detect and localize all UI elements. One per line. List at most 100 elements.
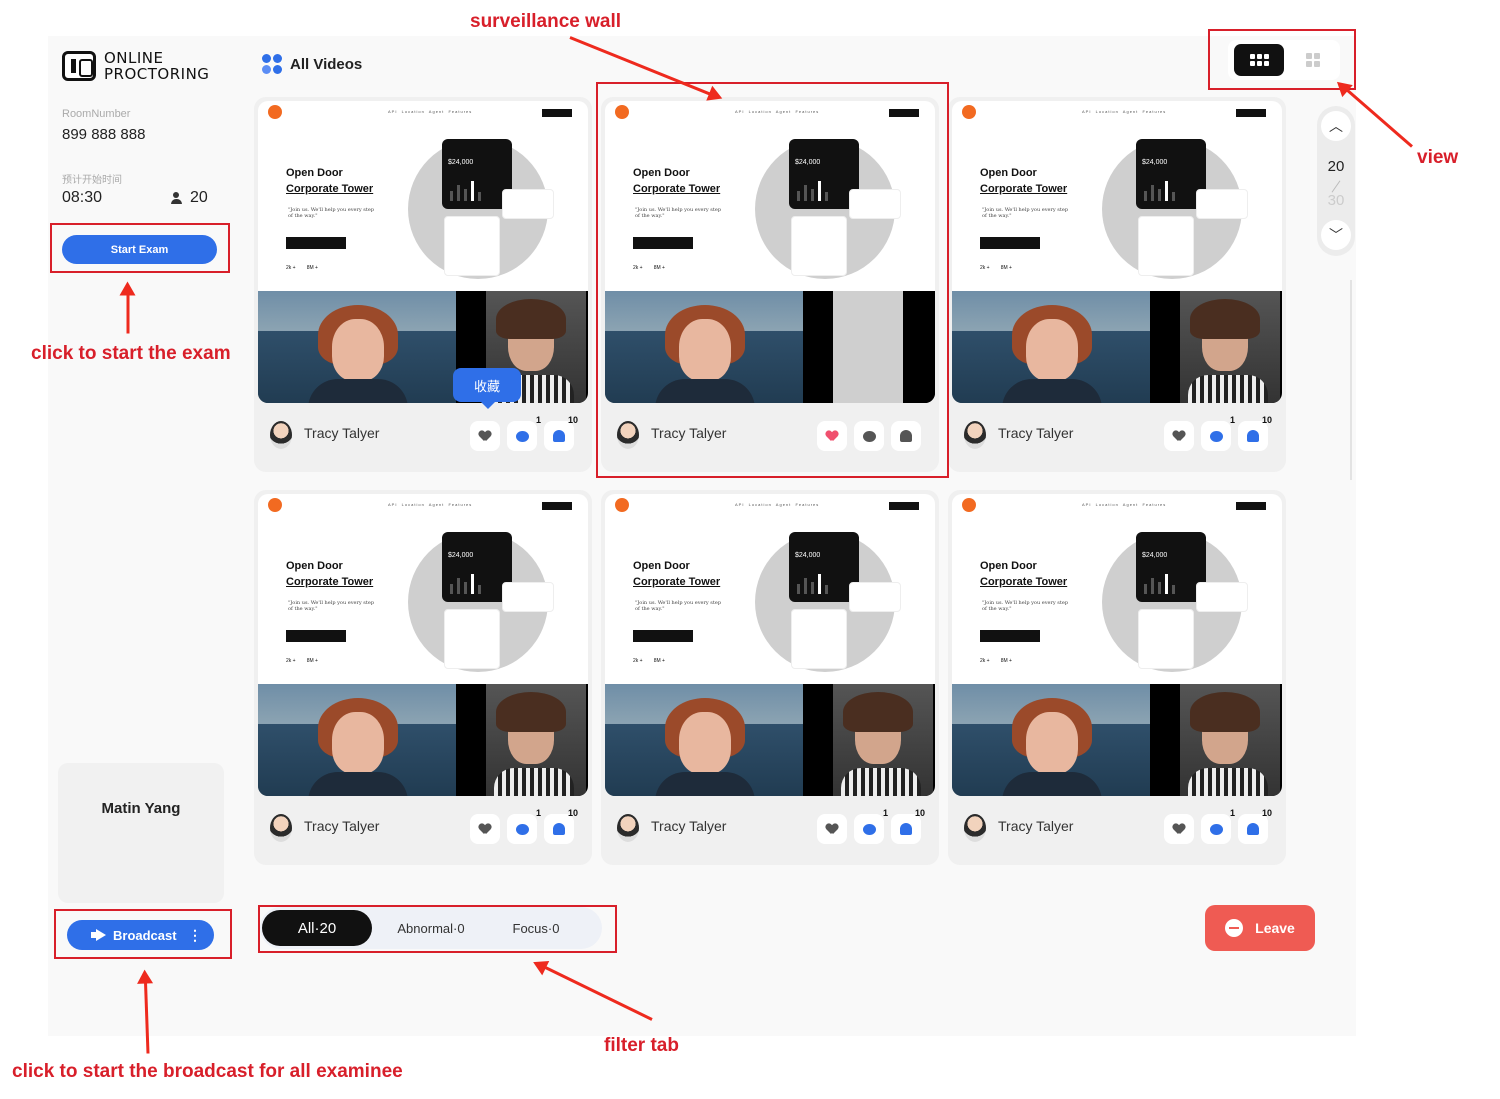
chat-badge: 1 (535, 415, 541, 425)
chat-badge: 1 (1229, 808, 1235, 818)
examinee-name: Tracy Talyer (998, 425, 1074, 441)
start-time-label: 预计开始时间 (62, 175, 122, 186)
avatar (270, 814, 292, 842)
video-tile[interactable]: API Location Agent Features Open Door Cor… (254, 97, 592, 472)
start-time: 08:30 (62, 189, 103, 206)
alert-button[interactable]: 10 (1238, 415, 1272, 451)
room-number: 899 888 888 (62, 126, 146, 143)
examinee-count: 20 (171, 189, 208, 207)
chat-icon (515, 823, 529, 835)
people-icon (171, 192, 185, 204)
chevron-down-icon[interactable]: ﹀ (1321, 220, 1351, 250)
alert-badge: 10 (1261, 415, 1272, 425)
webcam-feed (952, 291, 1150, 403)
logo-text: ONLINE PROCTORING (104, 49, 210, 83)
alert-button[interactable]: 10 (544, 415, 578, 451)
alert-button[interactable]: 10 (891, 808, 925, 844)
heart-icon (476, 428, 494, 441)
favorite-button[interactable] (817, 814, 847, 844)
chat-icon (862, 823, 876, 835)
webcam-feed (605, 684, 803, 796)
all-videos-icon (262, 54, 282, 74)
filter-highlight (258, 905, 617, 953)
site-logo-icon (962, 105, 976, 119)
total-pages: 30 (1327, 192, 1345, 209)
examinee-name: Tracy Talyer (304, 818, 380, 834)
secondary-camera-feed (1150, 291, 1282, 403)
page-divider (1331, 180, 1341, 193)
alert-badge: 10 (567, 808, 578, 818)
bell-icon (900, 823, 912, 835)
pager: ︿ 20 30 ﹀ (1317, 106, 1355, 256)
bell-icon (1247, 823, 1259, 835)
view-highlight (1208, 29, 1356, 90)
webcam-feed (258, 684, 456, 796)
chat-button[interactable]: 1 (1201, 415, 1235, 451)
chat-button[interactable]: 1 (507, 808, 541, 844)
secondary-camera-feed (456, 684, 588, 796)
annotation-wall: surveillance wall (470, 11, 622, 32)
broadcast-highlight (54, 909, 232, 959)
heart-icon (1170, 821, 1188, 834)
proctor-name: Matin Yang (101, 800, 181, 817)
avatar (617, 814, 639, 842)
site-logo-icon (962, 498, 976, 512)
screen-share: API Location Agent Features Open Door Cor… (952, 101, 1282, 291)
screen-share: API Location Agent Features Open Door Cor… (952, 494, 1282, 684)
screen-share: API Location Agent Features Open Door Cor… (258, 494, 588, 684)
chat-badge: 1 (1229, 415, 1235, 425)
video-tile[interactable]: API Location Agent Features Open Door Cor… (601, 490, 939, 865)
avatar (270, 421, 292, 449)
alert-badge: 10 (914, 808, 925, 818)
heart-icon (476, 821, 494, 834)
app-logo: ONLINE PROCTORING (62, 50, 209, 82)
video-tile[interactable]: API Location Agent Features Open Door Cor… (254, 490, 592, 865)
site-logo-icon (268, 105, 282, 119)
favorite-tooltip: 收藏 (453, 368, 521, 409)
annotation-filter: filter tab (604, 1035, 679, 1056)
screen-share: API Location Agent Features Open Door Cor… (258, 101, 588, 291)
avatar (964, 814, 986, 842)
favorite-button[interactable] (1164, 814, 1194, 844)
webcam-feed (258, 291, 456, 403)
video-tile[interactable]: API Location Agent Features Open Door Cor… (948, 97, 1286, 472)
logo-icon (62, 51, 96, 81)
site-logo-icon (268, 498, 282, 512)
alert-button[interactable]: 10 (544, 808, 578, 844)
leave-icon (1225, 919, 1244, 937)
chat-icon (1209, 430, 1223, 442)
secondary-camera-feed (803, 684, 935, 796)
page-title: All Videos (262, 54, 362, 74)
examinee-name: Tracy Talyer (651, 818, 727, 834)
secondary-camera-feed (1150, 684, 1282, 796)
chat-button[interactable]: 1 (1201, 808, 1235, 844)
screen-share: API Location Agent Features Open Door Cor… (605, 494, 935, 684)
alert-button[interactable]: 10 (1238, 808, 1272, 844)
favorite-button[interactable] (470, 421, 500, 451)
bell-icon (1247, 430, 1259, 442)
chat-button[interactable]: 1 (507, 415, 541, 451)
video-tile[interactable]: API Location Agent Features Open Door Cor… (948, 490, 1286, 865)
heart-icon (823, 821, 841, 834)
annotation-start: click to start the exam (31, 343, 231, 364)
examinee-name: Tracy Talyer (998, 818, 1074, 834)
heart-icon (1170, 428, 1188, 441)
chat-button[interactable]: 1 (854, 808, 888, 844)
scrollbar[interactable] (1350, 280, 1352, 480)
bell-icon (553, 430, 565, 442)
favorite-button[interactable] (470, 814, 500, 844)
chat-icon (1209, 823, 1223, 835)
annotation-broadcast: click to start the broadcast for all exa… (12, 1061, 403, 1082)
chat-icon (515, 430, 529, 442)
wall-highlight (596, 82, 949, 478)
leave-button[interactable]: Leave (1205, 905, 1315, 951)
avatar (964, 421, 986, 449)
room-number-label: RoomNumber (62, 108, 131, 120)
favorite-button[interactable] (1164, 421, 1194, 451)
examinee-name: Tracy Talyer (304, 425, 380, 441)
chevron-up-icon[interactable]: ︿ (1321, 111, 1351, 141)
chat-badge: 1 (535, 808, 541, 818)
alert-badge: 10 (1261, 808, 1272, 818)
webcam-feed (952, 684, 1150, 796)
arrow-start (126, 285, 130, 334)
